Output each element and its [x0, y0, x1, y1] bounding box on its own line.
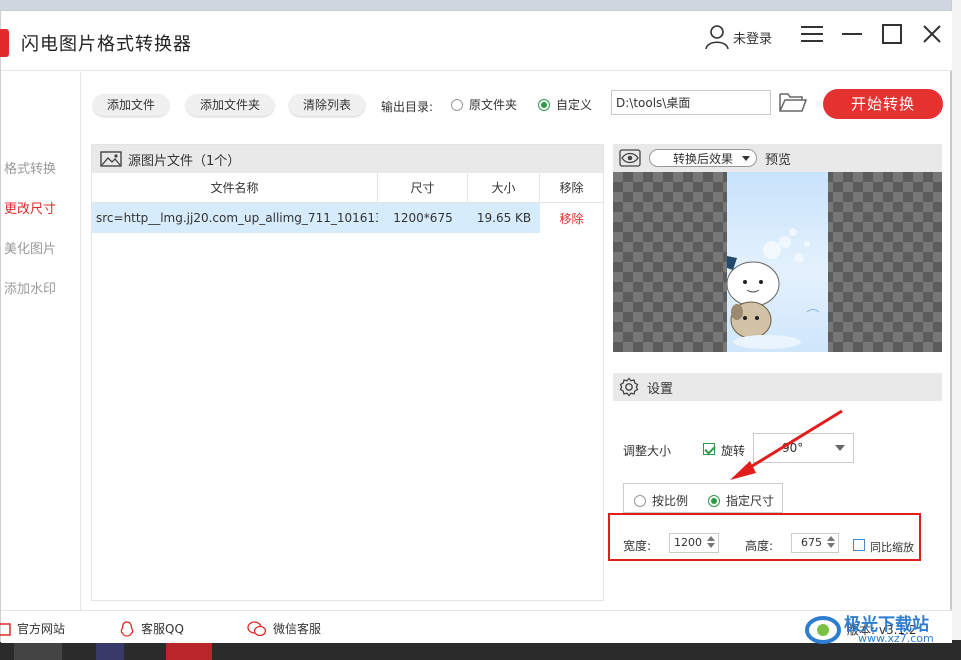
- column-header-dimensions: 尺寸: [378, 173, 468, 202]
- width-stepper[interactable]: 1200: [669, 533, 719, 553]
- app-window: 闪电图片格式转换器 未登录 格式转换 更改尺寸 美化图片 添加水印 添加文件 添…: [0, 10, 952, 643]
- user-icon: [705, 25, 729, 50]
- radio-circle-selected: [708, 494, 720, 507]
- wechat-support-label: 微信客服: [273, 622, 322, 636]
- gear-icon: [619, 377, 639, 397]
- preview-mode-select[interactable]: 转换后效果: [649, 149, 757, 167]
- eye-icon: [619, 149, 641, 167]
- minimize-icon: [842, 33, 862, 35]
- qq-support-label: 客服QQ: [141, 622, 184, 636]
- table-row[interactable]: src=http__lmg.jj20.com_up_allimg_711_101…: [92, 203, 603, 233]
- image-icon: [100, 151, 122, 167]
- spin-arrows-icon[interactable]: [827, 536, 836, 550]
- file-dimensions-cell: 1200*675: [393, 211, 453, 225]
- sidebar: 格式转换 更改尺寸 美化图片 添加水印: [1, 72, 81, 610]
- preview-mode-value: 转换后效果: [672, 151, 733, 166]
- folder-open-icon: [779, 93, 808, 112]
- file-name-cell: src=http__lmg.jj20.com_up_allimg_711_101…: [96, 211, 378, 225]
- radio-custom-label: 自定义: [556, 98, 593, 112]
- resize-mode-group: 按比例 指定尺寸: [623, 483, 783, 513]
- close-icon: [923, 25, 941, 43]
- add-file-button[interactable]: 添加文件: [93, 94, 170, 116]
- preview-header: 转换后效果 预览: [613, 144, 942, 172]
- source-files-header: 源图片文件（1个）: [92, 145, 603, 173]
- radio-by-ratio-label: 按比例: [652, 494, 689, 508]
- qq-support-link[interactable]: 客服QQ: [119, 620, 184, 637]
- sidebar-item-resize[interactable]: 更改尺寸: [4, 198, 56, 217]
- cartoon-image: [727, 228, 820, 349]
- radio-circle: [634, 494, 646, 507]
- width-label: 宽度:: [623, 539, 652, 553]
- radio-original-folder[interactable]: 原文件夹: [451, 96, 517, 113]
- settings-title: 设置: [647, 381, 674, 397]
- radio-custom-size[interactable]: 指定尺寸: [708, 492, 774, 509]
- home-icon: [0, 622, 11, 636]
- preview-thumbnail: [727, 172, 828, 352]
- menu-button[interactable]: [801, 23, 823, 45]
- width-value: 1200: [674, 536, 702, 549]
- proportional-scale-checkbox[interactable]: [853, 539, 865, 551]
- maximize-button[interactable]: [881, 23, 903, 45]
- wechat-icon: [247, 620, 267, 636]
- watermark-logo-icon: [805, 616, 841, 644]
- chevron-down-icon: [742, 156, 750, 161]
- height-label: 高度:: [745, 539, 774, 553]
- output-directory-label: 输出目录:: [381, 100, 434, 114]
- preview-title: 预览: [765, 152, 792, 168]
- resize-label: 调整大小: [623, 444, 672, 458]
- column-header-remove: 移除: [559, 181, 584, 195]
- preview-panel: 转换后效果 预览: [613, 144, 942, 362]
- clear-list-button[interactable]: 清除列表: [289, 94, 366, 116]
- add-folder-button[interactable]: 添加文件夹: [186, 94, 275, 116]
- start-convert-button[interactable]: 开始转换: [823, 89, 943, 119]
- site-watermark: 极光下载站 www.xz7.com: [800, 608, 952, 650]
- menu-icon: [801, 26, 823, 42]
- radio-circle: [451, 98, 463, 111]
- qq-icon: [120, 620, 134, 637]
- sidebar-item-watermark[interactable]: 添加水印: [4, 278, 56, 297]
- official-website-label: 官方网站: [17, 622, 66, 636]
- radio-custom-size-label: 指定尺寸: [726, 494, 775, 508]
- file-size-cell: 19.65 KB: [476, 211, 532, 225]
- source-files-panel: 源图片文件（1个） 文件名称 尺寸 大小 移除 src=http__lmg.jj…: [91, 144, 604, 601]
- height-stepper[interactable]: 675: [791, 533, 839, 553]
- source-files-title: 源图片文件（1个）: [128, 153, 241, 169]
- login-status-text: 未登录: [733, 31, 773, 47]
- app-logo-icon: [0, 29, 9, 57]
- app-title: 闪电图片格式转换器: [21, 34, 192, 55]
- preview-canvas: [613, 172, 942, 352]
- browse-folder-button[interactable]: [779, 91, 809, 115]
- wechat-support-link[interactable]: 微信客服: [247, 620, 321, 637]
- height-value: 675: [801, 536, 822, 549]
- minimize-button[interactable]: [841, 23, 863, 45]
- login-button[interactable]: 未登录: [705, 21, 772, 53]
- desktop-background-right: [951, 0, 961, 660]
- remove-file-link[interactable]: 移除: [540, 203, 603, 233]
- file-table-header: 文件名称 尺寸 大小 移除: [92, 173, 603, 203]
- output-path-input[interactable]: [611, 90, 771, 115]
- annotation-arrow-icon: [730, 409, 843, 480]
- spin-arrows-icon[interactable]: [707, 536, 716, 550]
- sidebar-item-beautify[interactable]: 美化图片: [4, 238, 56, 257]
- radio-original-label: 原文件夹: [469, 98, 518, 112]
- desktop-background-top: [0, 0, 961, 10]
- radio-circle-selected: [538, 98, 550, 111]
- radio-custom-folder[interactable]: 自定义: [538, 96, 592, 113]
- settings-header: 设置: [613, 373, 942, 401]
- radio-by-ratio[interactable]: 按比例: [634, 492, 688, 509]
- rotate-checkbox[interactable]: [703, 443, 715, 455]
- toolbar: 添加文件 添加文件夹 清除列表 输出目录: 原文件夹 自定义 开始转换: [82, 72, 952, 137]
- maximize-icon: [882, 24, 902, 44]
- column-header-name: 文件名称: [92, 173, 378, 202]
- close-button[interactable]: [921, 23, 943, 45]
- column-header-size: 大小: [468, 173, 540, 202]
- watermark-subtext: www.xz7.com: [858, 632, 934, 645]
- proportional-scale-label: 同比缩放: [870, 541, 914, 554]
- sidebar-item-format-convert[interactable]: 格式转换: [4, 158, 56, 177]
- official-website-link[interactable]: 官方网站: [0, 620, 65, 637]
- title-bar: 闪电图片格式转换器 未登录: [0, 11, 952, 71]
